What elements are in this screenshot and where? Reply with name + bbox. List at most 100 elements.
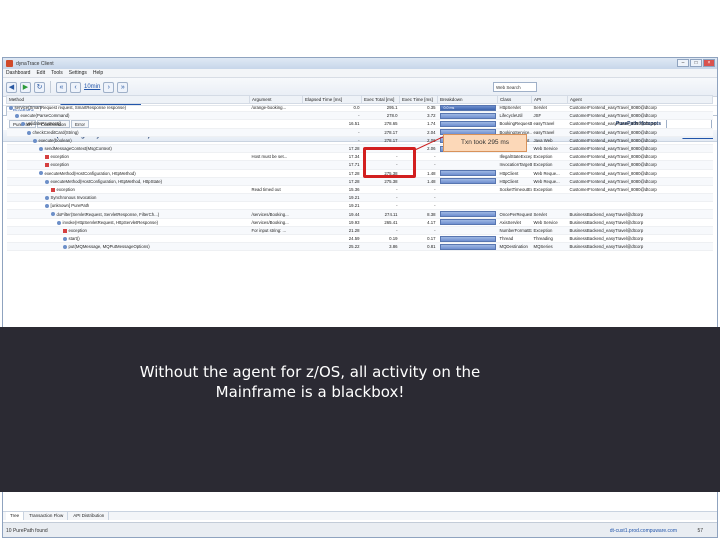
breakdown-bar — [439, 178, 496, 185]
method-label: start() — [68, 236, 80, 242]
cell-class: InvocationTargetE... — [497, 160, 532, 170]
cell-exec-time: 0.81 — [399, 242, 438, 252]
cell-argument — [249, 111, 303, 121]
cell-breakdown — [437, 160, 498, 170]
method-label: service(SmartRequest request, SmartRespo… — [14, 105, 127, 111]
cell-class: HttpClient — [497, 177, 532, 186]
exception-icon — [44, 155, 49, 160]
caption-line-1: Without the agent for z/OS, all activity… — [139, 363, 481, 381]
cell-exec-time: 8.38 — [399, 209, 438, 219]
table-row[interactable]: Synchronous Invocation 19.21- - — [6, 193, 713, 203]
table-row[interactable]: sendMessageContext(MsgContext) 17.28 278.1… — [6, 144, 713, 154]
cell-argument: /services/Booking... — [249, 209, 303, 219]
cell-argument — [249, 169, 303, 178]
table-row[interactable]: exception Host must be set... 17.34- - Illeg… — [6, 152, 713, 162]
cell-exec-total: 278.17 — [361, 136, 400, 145]
cell-method: sendMessageContext(MsgContext) — [6, 144, 250, 154]
cell-exec-time: - — [399, 185, 438, 195]
minimize-button[interactable]: – — [677, 59, 689, 67]
cell-exec-total: - — [361, 193, 400, 203]
table-row[interactable]: checkCreditCard(String) -278.17 2.04 Bookin… — [6, 128, 713, 137]
cell-class: LifecycleUtil — [497, 111, 532, 121]
close-button[interactable]: × — [703, 59, 715, 67]
table-row[interactable]: executeMethod(HostConfiguration, HttpMet… — [6, 177, 713, 186]
cell-method: [unknown] PurePath — [6, 201, 250, 211]
table-row[interactable]: service(SmartRequest request, SmartRespo… — [6, 103, 713, 113]
cell-agent: CustomerFrontend_easyTravel_8080@dtcorp — [567, 128, 713, 137]
cell-argument — [249, 242, 303, 252]
menu-edit[interactable]: Edit — [36, 70, 45, 76]
menu-dashboard[interactable]: Dashboard — [6, 70, 30, 76]
method-node-icon — [62, 245, 67, 250]
cell-argument — [249, 136, 303, 145]
table-row[interactable]: exception17.71--InvocationTargetE...Exce… — [6, 160, 713, 170]
col-exec-total[interactable]: Exec Total [ms] — [361, 95, 400, 104]
cell-exec-total: 3.86 — [361, 242, 400, 252]
table-row[interactable]: start() 24.59 0.19 0.17 Thread Threading Busin… — [6, 234, 713, 244]
cell-method: put(MQMessage, MQPutMessageOptions) — [6, 242, 250, 252]
window-controls: – □ × — [677, 59, 715, 67]
timeframe-link[interactable]: 10min — [84, 84, 100, 90]
col-breakdown[interactable]: Breakdown — [437, 95, 498, 104]
cell-class: MQDestination — [497, 242, 532, 252]
method-label: checkCreditCard(String) — [32, 129, 79, 135]
play-icon[interactable]: ▶ — [20, 81, 31, 93]
cell-class — [497, 201, 532, 211]
cell-method: exception — [6, 226, 250, 236]
tab-transaction-flow[interactable]: Transaction Flow — [25, 512, 69, 520]
cell-elapsed: 24.59 — [302, 234, 362, 244]
table-row[interactable]: execute(ParseCommand) -278.0 3.72 Lifecycle… — [6, 111, 713, 121]
table-row[interactable]: execute(boolean)-278.172.06OperationClie… — [6, 136, 713, 145]
cell-agent: BusinessBackend_easyTravel@dtcorp — [567, 218, 713, 227]
refresh-icon[interactable]: ↻ — [34, 81, 45, 93]
table-row[interactable]: doFilter(ServletRequest, ServletResponse… — [6, 209, 713, 219]
menu-tools[interactable]: Tools — [51, 70, 63, 76]
previous-icon[interactable]: ‹ — [70, 81, 81, 93]
cell-argument: /services/Booking... — [249, 218, 303, 227]
cell-agent: CustomerFrontend_easyTravel_8080@dtcorp — [567, 136, 713, 145]
cell-exec-total: - — [361, 185, 400, 195]
cell-method: exception — [6, 152, 250, 162]
table-row[interactable]: validatePayment() 16.51 278.65 1.74 BookingR… — [6, 119, 713, 129]
cell-method: invoke(HttpServletRequest, HttpServletRe… — [6, 218, 250, 227]
cell-method: execute(boolean) — [6, 136, 250, 145]
tab-api-distribution[interactable]: API Distribution — [69, 512, 110, 520]
cell-agent: BusinessBackend_easyTravel@dtcorp — [567, 242, 713, 252]
maximize-button[interactable]: □ — [690, 59, 702, 67]
caption-text: Without the agent for z/OS, all activity… — [110, 362, 510, 402]
table-row[interactable]: [unknown] PurePath 19.21- - — [6, 201, 713, 211]
cell-exec-time: - — [399, 193, 438, 203]
next-icon[interactable]: › — [103, 81, 115, 93]
cell-api: Servlet — [531, 103, 568, 113]
table-row[interactable]: exception For input string: ... 21.28- - Num… — [6, 226, 713, 236]
col-elapsed[interactable]: Elapsed Time [ms] — [302, 95, 362, 104]
table-row[interactable]: invoke(HttpServletRequest, HttpServletRe… — [6, 218, 713, 227]
window-title: dynaTrace Client — [16, 60, 54, 67]
col-agent[interactable]: Agent — [567, 95, 713, 104]
first-icon[interactable]: « — [56, 81, 67, 93]
col-exec-time[interactable]: Exec Time [ms] — [399, 95, 438, 104]
table-row[interactable]: executeMethod(HostConfiguration, HttpMet… — [6, 169, 713, 178]
cell-api: easyTravel — [531, 128, 568, 137]
cell-class: HttpClient — [497, 169, 532, 178]
cell-class: NumberFormatExc... — [497, 226, 532, 236]
breakdown-bar — [439, 112, 496, 119]
cell-argument — [249, 234, 303, 244]
col-api[interactable]: API — [531, 95, 568, 104]
menu-help[interactable]: Help — [93, 70, 103, 76]
dashboard-search-field[interactable]: Web Search — [493, 82, 537, 92]
menu-settings[interactable]: Settings — [69, 70, 87, 76]
cell-elapsed: - — [302, 136, 362, 145]
col-class[interactable]: Class — [497, 95, 532, 104]
breakdown-bar — [439, 170, 496, 177]
back-icon[interactable]: ◀ — [6, 81, 17, 93]
col-argument[interactable]: Argument — [249, 95, 303, 104]
tab-tree[interactable]: Tree — [6, 512, 25, 520]
cell-method: executeMethod(HostConfiguration, HttpMet… — [6, 169, 250, 178]
table-row[interactable]: put(MQMessage, MQPutMessageOptions) 25.22… — [6, 242, 713, 252]
cell-agent: CustomerFrontend_easyTravel_8080@dtcorp — [567, 111, 713, 121]
col-method[interactable]: Method — [6, 95, 250, 104]
cell-breakdown — [437, 152, 498, 162]
table-row[interactable]: exception Read timed out 15.36- - SocketTime… — [6, 185, 713, 195]
last-icon[interactable]: » — [117, 81, 129, 93]
